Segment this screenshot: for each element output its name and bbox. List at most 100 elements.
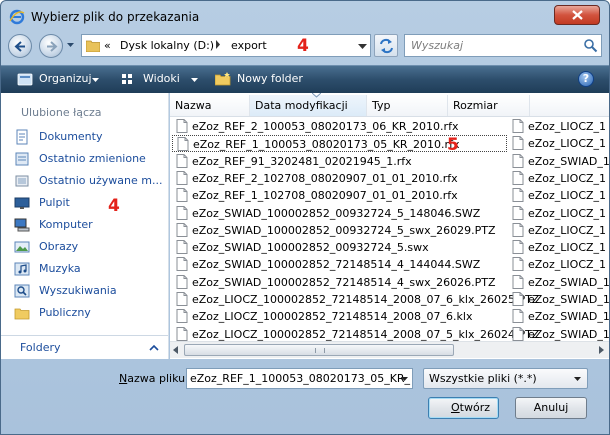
file-name: eZoz_LIOCZ_1 (528, 241, 607, 255)
forward-button[interactable] (39, 34, 63, 58)
scroll-thumb[interactable] (184, 344, 454, 356)
file-row[interactable]: eZoz_LIOCZ_1 (512, 256, 609, 273)
column-size[interactable]: Rozmiar (448, 95, 530, 116)
file-name: eZoz_SWIAD_1 (528, 293, 610, 306)
file-icon (176, 274, 188, 289)
file-icon (176, 188, 188, 203)
file-name: eZoz_LIOCZ_100002852_72148514_2008_07_6.… (192, 310, 473, 324)
file-row[interactable]: eZoz_LIOCZ_1 (512, 205, 609, 222)
cancel-button[interactable]: Anuluj (515, 397, 587, 419)
file-dialog-window: Wybierz plik do przekazania « Dysk lokal… (0, 0, 610, 435)
close-button[interactable] (554, 5, 600, 25)
file-row[interactable]: eZoz_SWIAD_100002852_00932724_5_148046.S… (172, 205, 507, 222)
address-overflow-chevron[interactable]: « (104, 39, 111, 52)
documents-icon (16, 129, 28, 145)
file-row[interactable]: eZoz_SWIAD_100002852_00932724_5.swx (172, 239, 507, 256)
sidebar-item-desktop[interactable]: Pulpit (14, 194, 164, 212)
file-row[interactable]: eZoz_REF_91_3202481_02021945_1.rfx (172, 153, 507, 170)
search-input[interactable]: Wyszukaj (404, 34, 602, 57)
sidebar-item-public[interactable]: Publiczny (14, 304, 164, 322)
new-folder-icon (215, 72, 231, 86)
file-name: eZoz_SWIAD_1 (528, 327, 610, 341)
file-type-filter[interactable]: Wszystkie pliki (*.*) (423, 368, 588, 389)
recent-changed-icon (15, 152, 29, 166)
file-icon (176, 222, 188, 237)
file-list: Nazwa Data modyfikacji Typ Rozmiar eZoz_… (170, 93, 609, 359)
file-name: eZoz_SWIAD_100002852_00932724_5_148046.S… (192, 206, 481, 220)
sidebar-item-recently-used[interactable]: Ostatnio używane m... (14, 172, 164, 190)
folder-icon (86, 40, 100, 52)
file-row[interactable]: eZoz_SWIAD_1 (512, 308, 610, 325)
file-row[interactable]: eZoz_SWIAD_1 (512, 153, 609, 170)
sidebar-item-computer[interactable]: Komputer (14, 216, 164, 234)
file-row[interactable]: eZoz_REF_2_102708_08020907_01_01_2010.rf… (172, 170, 507, 187)
file-row[interactable]: eZoz_SWIAD_100002852_72148514_4_144044.S… (172, 256, 507, 273)
column-date-modified[interactable]: Data modyfikacji (250, 95, 367, 116)
file-icon (512, 153, 524, 168)
file-row[interactable]: eZoz_LIOCZ_1 (512, 135, 609, 152)
sidebar-item-searches[interactable]: Wyszukiwania (14, 282, 164, 300)
file-row[interactable]: eZoz_REF_1_102708_08020907_01_01_2010.rf… (172, 187, 507, 204)
file-icon (176, 309, 188, 324)
breadcrumb-separator-icon[interactable] (215, 40, 221, 49)
file-row[interactable]: eZoz_LIOCZ_1 (512, 239, 609, 256)
address-bar[interactable]: « Dysk lokalny (D:) export (81, 34, 371, 57)
file-name: eZoz_LIOCZ_1 (528, 137, 607, 151)
sidebar-item-pictures[interactable]: Obrazy (14, 238, 164, 256)
address-segment-folder[interactable]: export (231, 39, 267, 52)
scroll-left-icon[interactable] (173, 346, 179, 354)
file-row[interactable]: eZoz_LIOCZ_1 (512, 187, 609, 204)
file-name: eZoz_REF_1_102708_08020907_01_01_2010.rf… (192, 189, 458, 203)
scroll-right-icon[interactable] (598, 346, 604, 354)
file-row[interactable]: eZoz_LIOCZ_1 (512, 222, 609, 239)
back-button[interactable] (8, 34, 32, 58)
navigation-pane: Ulubione łącza Dokumenty Ostatnio zmieni… (1, 93, 169, 359)
column-name[interactable]: Nazwa (170, 95, 250, 116)
file-name: eZoz_REF_91_3202481_02021945_1.rfx (192, 154, 412, 168)
file-icon (176, 153, 188, 168)
file-type-value: Wszystkie pliki (*.*) (429, 372, 537, 385)
ie-logo-icon (9, 9, 25, 25)
file-row[interactable]: eZoz_LIOCZ_100002852_72148514_2008_07_6_… (172, 291, 539, 308)
file-row[interactable]: eZoz_LIOCZ_1 (512, 118, 609, 135)
filename-dropdown-icon[interactable] (401, 377, 408, 382)
sidebar-item-documents[interactable]: Dokumenty (14, 128, 164, 146)
annotation-4-address: 4 (297, 36, 309, 56)
search-placeholder: Wyszukaj (411, 39, 464, 52)
address-segment-drive[interactable]: Dysk lokalny (D:) (120, 39, 214, 52)
file-icon (512, 170, 524, 185)
file-icon (512, 292, 524, 306)
file-name: eZoz_SWIAD_1 (528, 310, 610, 324)
file-name: eZoz_LIOCZ_1 (528, 258, 607, 272)
filename-input[interactable]: eZoz_REF_1_100053_08020173_05_KR_ (186, 368, 413, 389)
refresh-icon (380, 38, 393, 54)
caret-down-icon (191, 78, 198, 82)
recent-used-icon (15, 175, 29, 187)
file-row[interactable]: eZoz_SWIAD_1 (512, 274, 609, 291)
sidebar-item-recently-changed[interactable]: Ostatnio zmienione (14, 150, 164, 168)
open-button[interactable]: Otwórz (428, 397, 499, 419)
file-row[interactable]: eZoz_SWIAD_100002852_00932724_5_swx_2602… (172, 222, 507, 239)
file-row[interactable]: eZoz_SWIAD_100002852_72148514_4_swx_2602… (172, 274, 507, 291)
close-icon (572, 10, 583, 20)
address-dropdown-icon[interactable] (358, 44, 367, 50)
file-row[interactable]: eZoz_LIOCZ_1 (512, 170, 609, 187)
recent-pages-dropdown-icon[interactable] (66, 42, 75, 48)
filename-value: eZoz_REF_1_100053_08020173_05_KR_ (190, 372, 411, 385)
column-type[interactable]: Typ (367, 95, 448, 116)
file-name: eZoz_LIOCZ_100002852_72148514_2008_07_5_… (192, 327, 540, 341)
horizontal-scrollbar[interactable] (170, 341, 609, 358)
sidebar-item-music[interactable]: Muzyka (14, 260, 164, 278)
file-row[interactable]: eZoz_LIOCZ_100002852_72148514_2008_07_6.… (172, 308, 507, 325)
help-icon[interactable]: ? (578, 71, 594, 87)
file-name: eZoz_REF_2_102708_08020907_01_01_2010.rf… (192, 171, 458, 185)
search-icon[interactable] (583, 38, 598, 53)
file-row[interactable]: eZoz_SWIAD_1 (512, 291, 610, 308)
file-name: eZoz_SWIAD_100002852_72148514_4_144044.S… (192, 258, 481, 272)
folders-toggle[interactable]: Foldery (1, 335, 168, 359)
file-row[interactable]: eZoz_REF_2_100053_08020173_06_KR_2010.rf… (172, 118, 507, 135)
file-name: eZoz_LIOCZ_100002852_72148514_2008_07_6_… (192, 293, 540, 306)
file-icon (512, 205, 524, 220)
refresh-button[interactable] (374, 34, 398, 57)
desktop-icon (14, 197, 30, 209)
